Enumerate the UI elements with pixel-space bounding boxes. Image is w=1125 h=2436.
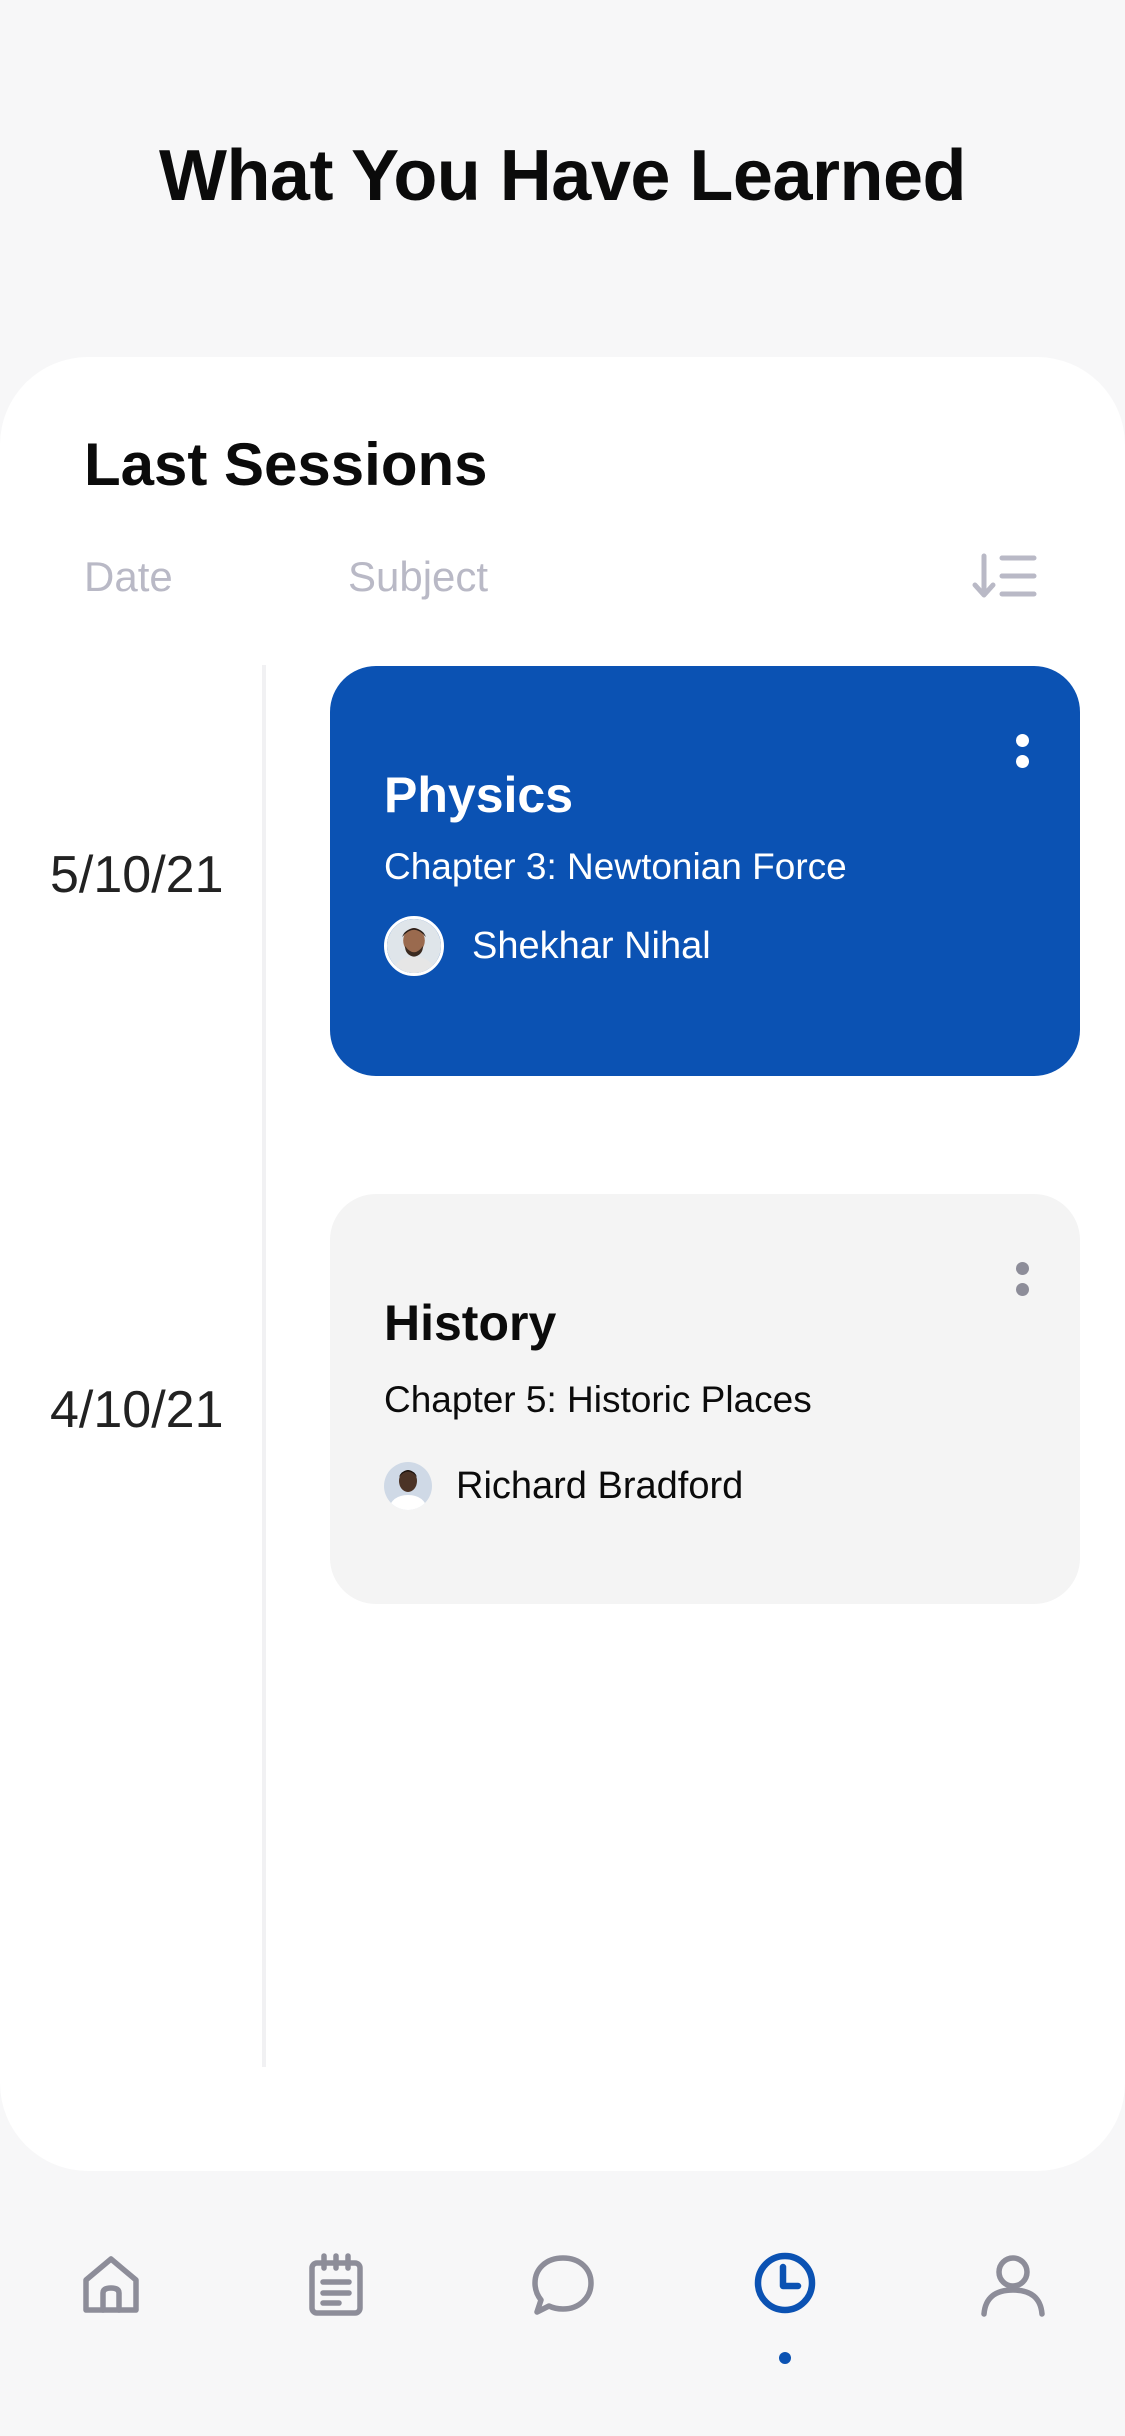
user-icon bbox=[981, 2255, 1045, 2317]
avatar bbox=[384, 1462, 432, 1510]
sort-descending-icon bbox=[972, 553, 1037, 598]
session-card-history[interactable]: History Chapter 5: Historic Places Richa… bbox=[330, 1194, 1080, 1604]
session-subject: History bbox=[384, 1295, 557, 1351]
session-chapter: Chapter 3: Newtonian Force bbox=[384, 846, 847, 887]
session-chapter: Chapter 5: Historic Places bbox=[384, 1379, 812, 1420]
app-screen: What You Have Learned Last Sessions Date… bbox=[0, 0, 1125, 2436]
home-icon bbox=[83, 2256, 139, 2313]
tab-home[interactable] bbox=[56, 2230, 166, 2340]
column-header-subject: Subject bbox=[348, 553, 489, 600]
bottom-tab-bar bbox=[0, 2190, 1125, 2436]
section-title: Last Sessions bbox=[84, 431, 488, 498]
more-vertical-icon bbox=[1015, 734, 1029, 747]
more-options-button[interactable] bbox=[1004, 726, 1040, 776]
column-header-date: Date bbox=[84, 553, 173, 600]
session-date: 5/10/21 bbox=[50, 846, 224, 904]
teacher-name: Richard Bradford bbox=[456, 1464, 744, 1507]
session-card-physics[interactable]: Physics Chapter 3: Newtonian Force Shekh… bbox=[330, 666, 1080, 1076]
clipboard-icon bbox=[309, 2253, 363, 2316]
avatar bbox=[384, 916, 444, 976]
tab-chat[interactable] bbox=[508, 2230, 618, 2340]
session-subject: Physics bbox=[384, 767, 574, 823]
sort-button[interactable] bbox=[970, 548, 1040, 604]
more-vertical-icon bbox=[1015, 1262, 1029, 1275]
tab-notes[interactable] bbox=[281, 2230, 391, 2340]
more-options-button[interactable] bbox=[1004, 1254, 1040, 1304]
more-vertical-icon-dot bbox=[1015, 1283, 1029, 1296]
active-tab-indicator bbox=[779, 2352, 791, 2364]
clock-icon bbox=[754, 2252, 816, 2314]
teacher-name: Shekhar Nihal bbox=[472, 924, 711, 967]
page-title: What You Have Learned bbox=[158, 136, 967, 216]
tab-history[interactable] bbox=[730, 2230, 840, 2364]
timeline-line bbox=[262, 665, 266, 2067]
session-date: 4/10/21 bbox=[50, 1381, 224, 1439]
chat-bubble-icon bbox=[532, 2255, 594, 2315]
session-teacher: Richard Bradford bbox=[384, 1462, 743, 1510]
more-vertical-icon-dot bbox=[1015, 755, 1029, 768]
session-teacher: Shekhar Nihal bbox=[384, 916, 711, 976]
tab-profile[interactable] bbox=[958, 2230, 1068, 2340]
